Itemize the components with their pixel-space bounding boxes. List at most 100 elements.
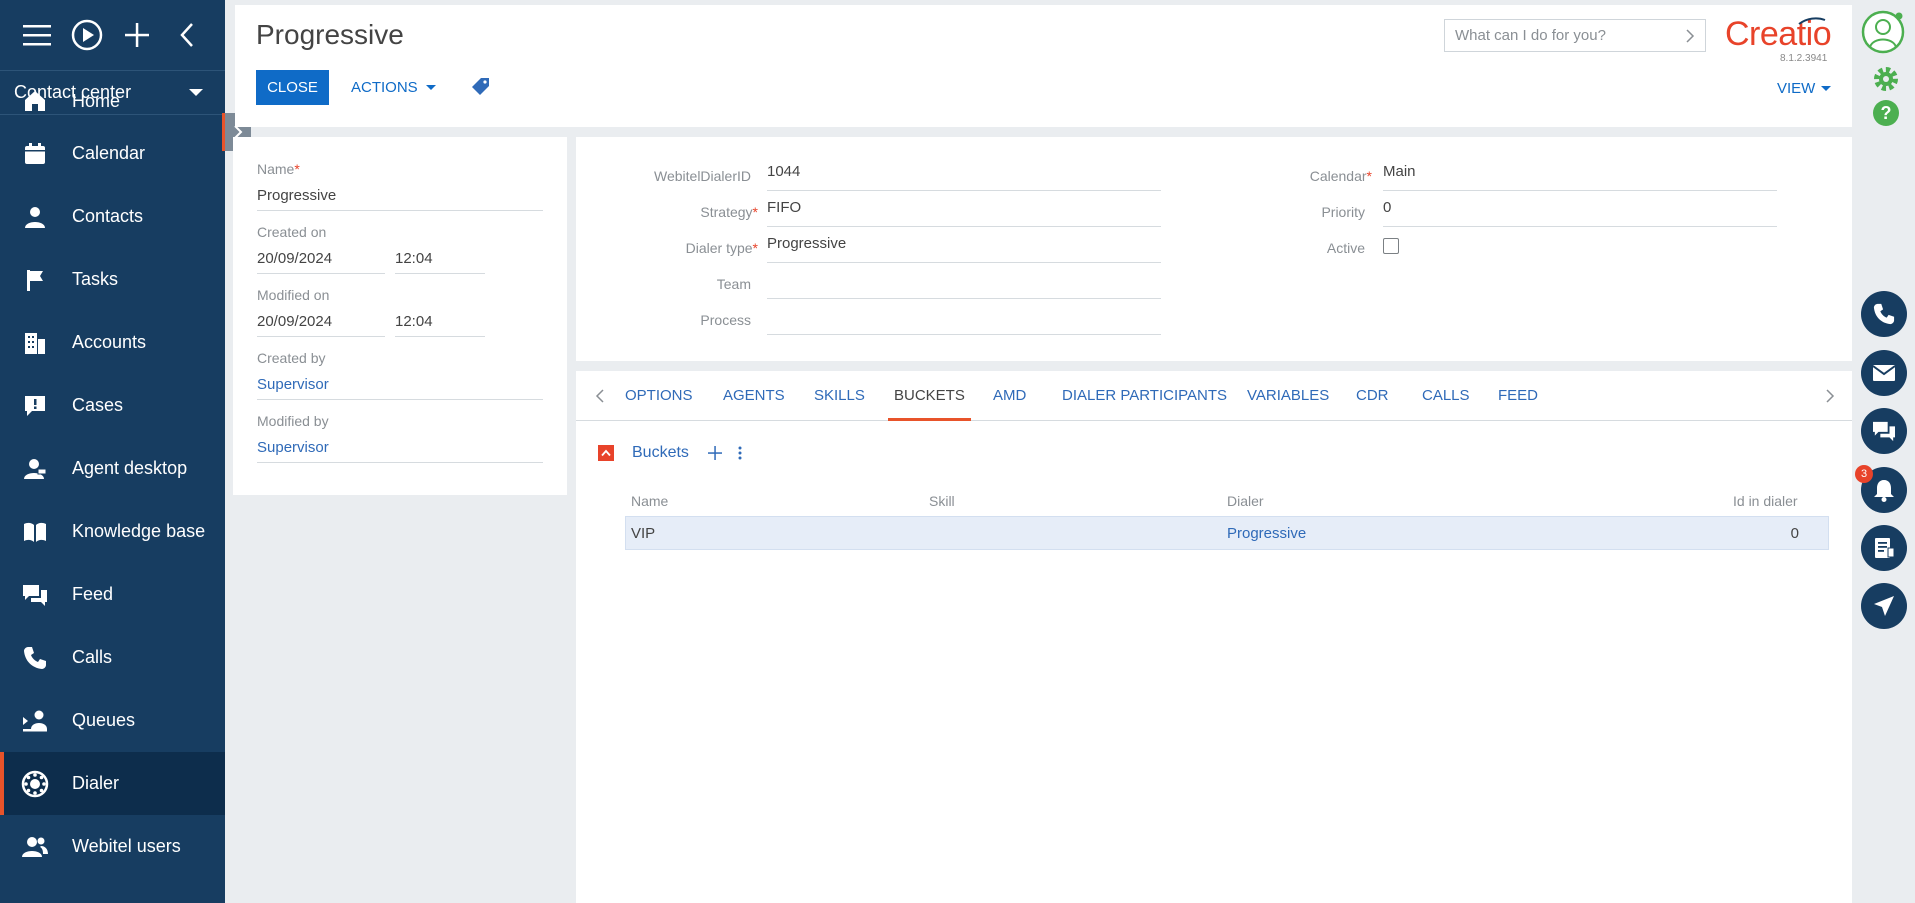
team-field[interactable]	[767, 269, 1161, 299]
created-on-time-field[interactable]: 12:04	[395, 250, 485, 274]
cell-name: VIP	[631, 525, 656, 542]
column-header-skill[interactable]: Skill	[929, 493, 955, 509]
profile-avatar[interactable]	[1861, 10, 1905, 54]
sidebar-item-calls[interactable]: Calls	[0, 626, 225, 689]
dialer-id-label: WebitelDialerID	[576, 168, 751, 184]
script-icon[interactable]	[1861, 525, 1907, 571]
required-mark: *	[752, 204, 758, 220]
column-header-id-in-dialer[interactable]: Id in dialer	[1733, 493, 1798, 509]
sidebar-item-queues[interactable]: Queues	[0, 689, 225, 752]
tag-icon[interactable]	[472, 77, 492, 97]
sidebar-menu: Home Calendar Contacts Tasks Accounts Ca…	[0, 91, 225, 878]
more-options-icon[interactable]	[737, 445, 743, 461]
sidebar-item-label: Tasks	[72, 269, 119, 289]
modified-on-time-field[interactable]: 12:04	[395, 313, 485, 337]
sidebar-item-label: Calendar	[72, 143, 146, 163]
active-label: Active	[1326, 240, 1365, 256]
strategy-field[interactable]: FIFO	[767, 197, 1161, 227]
sidebar-item-knowledge-base[interactable]: Knowledge base	[0, 500, 225, 563]
tab-calls[interactable]: CALLS	[1422, 371, 1470, 421]
chevron-right-icon[interactable]	[1822, 388, 1838, 404]
sidebar-item-calendar[interactable]: Calendar	[0, 122, 225, 185]
buckets-title[interactable]: Buckets	[632, 444, 689, 462]
table-row[interactable]: VIP Progressive 0	[625, 516, 1829, 550]
chat-icon[interactable]	[1861, 408, 1907, 454]
column-header-dialer[interactable]: Dialer	[1227, 493, 1264, 509]
tab-feed[interactable]: FEED	[1498, 371, 1538, 421]
search-input[interactable]: What can I do for you?	[1444, 19, 1706, 52]
sidebar-item-dialer[interactable]: Dialer	[0, 752, 225, 815]
email-icon[interactable]	[1861, 350, 1907, 396]
required-mark: *	[752, 240, 758, 256]
sidebar-item-tasks[interactable]: Tasks	[0, 248, 225, 311]
chevron-left-icon[interactable]	[592, 388, 608, 404]
sidebar-item-label: Contacts	[72, 206, 144, 226]
detail-tabs-panel: OPTIONS AGENTS SKILLS BUCKETS AMD DIALER…	[576, 371, 1852, 903]
name-field[interactable]: Progressive	[257, 187, 543, 211]
created-on-label: Created on	[257, 224, 327, 240]
send-icon[interactable]	[1861, 583, 1907, 629]
sidebar-toolbar	[0, 0, 225, 70]
tab-dialer-participants[interactable]: DIALER PARTICIPANTS	[1062, 371, 1227, 421]
created-by-label: Created by	[257, 350, 326, 366]
process-field[interactable]	[767, 305, 1161, 335]
calendar-label-text: Calendar	[1309, 168, 1367, 184]
created-on-date-field[interactable]: 20/09/2024	[257, 250, 385, 274]
chevron-left-icon[interactable]	[162, 10, 212, 60]
dialer-details-card: WebitelDialerID 1044 Strategy* FIFO Dial…	[576, 137, 1852, 361]
tab-cdr[interactable]: CDR	[1356, 371, 1389, 421]
logo-swoosh-icon	[1798, 17, 1826, 25]
created-by-link[interactable]: Supervisor	[257, 376, 543, 400]
process-label: Process	[700, 312, 751, 328]
view-button[interactable]: VIEW	[1777, 80, 1832, 97]
column-header-name[interactable]: Name	[631, 493, 668, 509]
help-icon[interactable]: ?	[1871, 98, 1901, 128]
tab-buckets[interactable]: BUCKETS	[888, 371, 971, 421]
chevron-right-icon	[1686, 28, 1695, 43]
dialer-id-field[interactable]: 1044	[767, 161, 1161, 191]
sidebar-item-feed[interactable]: Feed	[0, 563, 225, 626]
sidebar-item-cases[interactable]: Cases	[0, 374, 225, 437]
cell-dialer-link[interactable]: Progressive	[1227, 525, 1306, 542]
svg-text:?: ?	[1881, 103, 1892, 123]
tab-options[interactable]: OPTIONS	[625, 371, 693, 421]
team-label: Team	[716, 276, 751, 292]
actions-button[interactable]: ACTIONS	[351, 70, 436, 105]
collapse-icon[interactable]	[598, 445, 614, 461]
sidebar-item-home[interactable]: Home	[0, 80, 225, 122]
search-placeholder: What can I do for you?	[1455, 27, 1606, 44]
phone-icon[interactable]	[1861, 291, 1907, 337]
sidebar-item-label: Webitel users	[72, 836, 181, 856]
gear-icon[interactable]	[1871, 64, 1901, 94]
tab-skills[interactable]: SKILLS	[814, 371, 865, 421]
sidebar-item-accounts[interactable]: Accounts	[0, 311, 225, 374]
actions-label: ACTIONS	[351, 79, 418, 96]
play-icon[interactable]	[62, 10, 112, 60]
active-checkbox[interactable]	[1383, 238, 1399, 254]
sidebar-item-agent-desktop[interactable]: Agent desktop	[0, 437, 225, 500]
dialer-type-field[interactable]: Progressive	[767, 233, 1161, 263]
required-mark: *	[1366, 168, 1372, 184]
tab-amd[interactable]: AMD	[993, 371, 1026, 421]
menu-icon[interactable]	[12, 10, 62, 60]
book-icon	[20, 517, 50, 547]
sidebar-item-label: Cases	[72, 395, 124, 415]
modified-by-link[interactable]: Supervisor	[257, 439, 543, 463]
building-icon	[20, 328, 50, 358]
add-icon[interactable]	[707, 445, 723, 461]
plus-icon[interactable]	[112, 10, 162, 60]
tab-variables[interactable]: VARIABLES	[1247, 371, 1329, 421]
modified-on-date-field[interactable]: 20/09/2024	[257, 313, 385, 337]
tab-agents[interactable]: AGENTS	[723, 371, 785, 421]
view-label: VIEW	[1777, 80, 1816, 97]
calendar-field[interactable]: Main	[1383, 161, 1777, 191]
chevron-down-icon	[425, 85, 436, 90]
sidebar-item-label: Home	[72, 90, 121, 111]
sidebar-item-contacts[interactable]: Contacts	[0, 185, 225, 248]
priority-field[interactable]: 0	[1383, 197, 1777, 227]
sidebar-item-webitel-users[interactable]: Webitel users	[0, 815, 225, 878]
modified-on-label: Modified on	[257, 287, 330, 303]
close-button[interactable]: CLOSE	[256, 70, 329, 105]
flag-icon	[20, 265, 50, 295]
sidebar-item-label: Knowledge base	[72, 521, 206, 541]
